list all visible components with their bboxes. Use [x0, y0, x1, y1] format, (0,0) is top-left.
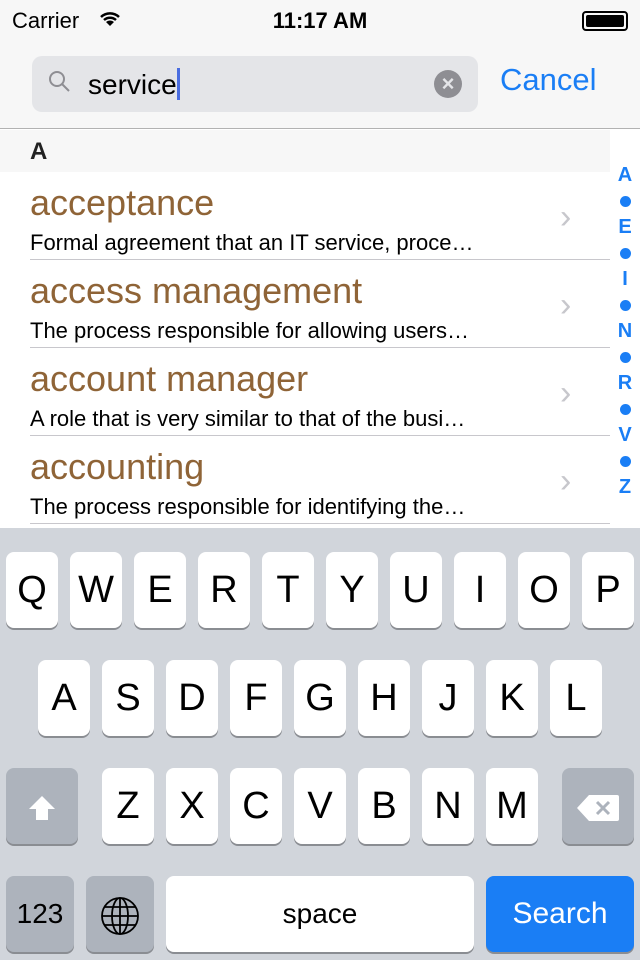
- item-description: Formal agreement that an IT service, pro…: [30, 230, 474, 255]
- key-v[interactable]: V: [294, 768, 346, 844]
- list-item[interactable]: accounting The process responsible for id…: [0, 436, 610, 524]
- key-t[interactable]: T: [262, 552, 314, 628]
- key-u[interactable]: U: [390, 552, 442, 628]
- key-c[interactable]: C: [230, 768, 282, 844]
- key-d[interactable]: D: [166, 660, 218, 736]
- key-j[interactable]: J: [422, 660, 474, 736]
- index-letter[interactable]: I: [612, 266, 638, 292]
- item-description: A role that is very similar to that of t…: [30, 406, 466, 431]
- clock: 11:17 AM: [272, 8, 368, 33]
- list-item[interactable]: access management The process responsible…: [0, 260, 610, 348]
- key-q[interactable]: Q: [6, 552, 58, 628]
- search-bar: service × Cancel: [0, 40, 640, 129]
- item-description: The process responsible for identifying …: [30, 494, 466, 519]
- key-p[interactable]: P: [582, 552, 634, 628]
- index-dot: [619, 456, 631, 467]
- chevron-right-icon: ›: [560, 286, 572, 324]
- key-f[interactable]: F: [230, 660, 282, 736]
- item-description: The process responsible for allowing use…: [30, 318, 469, 343]
- search-icon: [49, 71, 70, 92]
- key-r[interactable]: R: [198, 552, 250, 628]
- key-h[interactable]: H: [358, 660, 410, 736]
- index-letter[interactable]: N: [612, 318, 638, 344]
- chevron-right-icon: ›: [560, 374, 572, 412]
- globe-key[interactable]: [86, 876, 154, 952]
- chevron-right-icon: ›: [560, 198, 572, 236]
- list-item[interactable]: acceptance Formal agreement that an IT se…: [0, 172, 610, 260]
- section-header: A: [0, 130, 610, 172]
- search-input[interactable]: service ×: [32, 56, 478, 112]
- key-w[interactable]: W: [70, 552, 122, 628]
- chevron-right-icon: ›: [560, 462, 572, 500]
- index-letter[interactable]: E: [612, 214, 638, 240]
- item-title: acceptance: [30, 182, 215, 223]
- key-o[interactable]: O: [518, 552, 570, 628]
- search-key[interactable]: Search: [486, 876, 634, 952]
- key-z[interactable]: Z: [102, 768, 154, 844]
- globe-icon: [101, 897, 139, 935]
- text-caret: [176, 68, 180, 100]
- key-x[interactable]: X: [166, 768, 218, 844]
- item-title: accounting: [30, 446, 205, 487]
- shift-key[interactable]: [6, 768, 78, 844]
- key-m[interactable]: M: [486, 768, 538, 844]
- keyboard: Q W E R T Y U I O P A S D F G H J K L Z X C V B N M 123 space Search: [0, 528, 640, 960]
- divider: [30, 523, 610, 524]
- clear-icon[interactable]: ×: [434, 70, 462, 98]
- numbers-key[interactable]: 123: [6, 876, 74, 952]
- key-b[interactable]: B: [358, 768, 410, 844]
- battery-icon: [582, 11, 628, 31]
- index-dot: [619, 196, 631, 207]
- status-bar: Carrier 11:17 AM: [0, 0, 640, 40]
- key-k[interactable]: K: [486, 660, 538, 736]
- index-letter[interactable]: A: [612, 162, 638, 188]
- key-g[interactable]: G: [294, 660, 346, 736]
- key-n[interactable]: N: [422, 768, 474, 844]
- cancel-button[interactable]: Cancel: [500, 62, 597, 98]
- key-e[interactable]: E: [134, 552, 186, 628]
- index-dot: [619, 404, 631, 415]
- index-letter[interactable]: R: [612, 370, 638, 396]
- index-letter[interactable]: V: [612, 422, 638, 448]
- key-l[interactable]: L: [550, 660, 602, 736]
- index-dot: [619, 300, 631, 311]
- item-title: access management: [30, 270, 363, 311]
- item-title: account manager: [30, 358, 309, 399]
- shift-icon: [29, 795, 55, 820]
- index-dot: [619, 352, 631, 363]
- index-letter[interactable]: Z: [612, 474, 638, 500]
- list-item[interactable]: account manager A role that is very simil…: [0, 348, 610, 436]
- backspace-icon: [577, 794, 619, 821]
- index-dot: [619, 248, 631, 259]
- delete-key[interactable]: [562, 768, 634, 844]
- key-s[interactable]: S: [102, 660, 154, 736]
- key-a[interactable]: A: [38, 660, 90, 736]
- space-key[interactable]: space: [166, 876, 474, 952]
- section-index[interactable]: AEINRVZ: [612, 162, 638, 500]
- search-value: service: [88, 69, 177, 100]
- key-y[interactable]: Y: [326, 552, 378, 628]
- key-i[interactable]: I: [454, 552, 506, 628]
